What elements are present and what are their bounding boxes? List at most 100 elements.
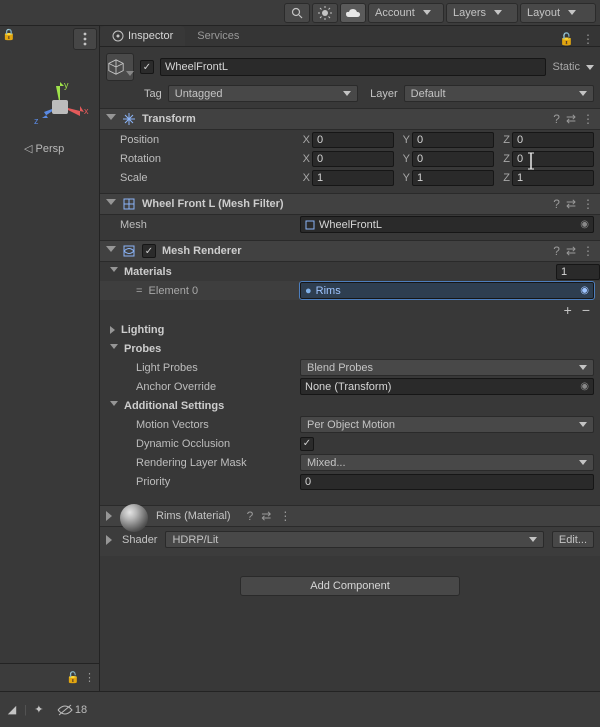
motionvectors-row: Motion Vectors Per Object Motion — [100, 415, 600, 434]
help-icon[interactable]: ? — [553, 112, 560, 126]
account-dropdown[interactable]: Account — [368, 3, 444, 23]
shader-dropdown[interactable]: HDRP/Lit — [165, 531, 543, 548]
projection-label[interactable]: ◁ Persp — [24, 142, 64, 155]
tag-layer-row: Tag Untagged Layer Default — [100, 83, 600, 108]
object-name-input[interactable]: WheelFrontL — [160, 58, 546, 76]
component-menu-icon[interactable]: ⋮ — [582, 197, 594, 211]
object-header: ✓ WheelFrontL Static — [100, 47, 600, 83]
scale-z-input[interactable]: 1 — [512, 170, 594, 186]
position-y-input[interactable]: 0 — [412, 132, 494, 148]
rotation-row: Rotation X0 Y0 Z0 — [100, 149, 600, 168]
tab-services-label: Services — [197, 30, 239, 42]
renderinglayermask-dropdown[interactable]: Mixed... — [300, 454, 594, 471]
rotation-z-input[interactable]: 0 — [512, 151, 594, 167]
meshfilter-title: Wheel Front L (Mesh Filter) — [142, 198, 284, 210]
static-label: Static — [552, 61, 580, 73]
priority-row: Priority 0 — [100, 472, 600, 491]
material-preview-icon — [120, 504, 148, 532]
meshrenderer-header[interactable]: ✓ Mesh Renderer ? ⇄ ⋮ — [100, 240, 600, 262]
lighting-icon[interactable] — [312, 3, 338, 23]
position-x-input[interactable]: 0 — [312, 132, 394, 148]
layer-dropdown[interactable]: Default — [404, 85, 594, 102]
mesh-field[interactable]: WheelFrontL◉ — [300, 216, 594, 233]
object-picker-icon[interactable]: ◉ — [580, 285, 589, 296]
dynamicocclusion-row: Dynamic Occlusion ✓ — [100, 434, 600, 453]
probes-foldout[interactable]: Probes — [100, 339, 600, 358]
help-icon[interactable]: ? — [247, 509, 254, 523]
tag-label: Tag — [144, 88, 162, 100]
component-menu-icon[interactable]: ⋮ — [279, 509, 291, 523]
anchoroverride-field[interactable]: None (Transform)◉ — [300, 378, 594, 395]
component-menu-icon[interactable]: ⋮ — [582, 112, 594, 126]
search-icon[interactable] — [284, 3, 310, 23]
position-z-input[interactable]: 0 — [512, 132, 594, 148]
inspector-icon — [112, 30, 124, 42]
add-material-icon[interactable]: + — [564, 302, 572, 318]
tab-services[interactable]: Services — [185, 26, 251, 46]
material-element0-field[interactable]: ●Rims◉ — [300, 282, 594, 299]
rotation-y-input[interactable]: 0 — [412, 151, 494, 167]
lighting-foldout[interactable]: Lighting — [100, 320, 600, 339]
materials-count-input[interactable]: 1 — [556, 264, 600, 280]
layout-label: Layout — [527, 7, 560, 19]
mesh-row: Mesh WheelFrontL◉ — [100, 215, 600, 234]
material-header[interactable]: Rims (Material) ? ⇄ ⋮ — [100, 505, 600, 527]
object-picker-icon[interactable]: ◉ — [580, 219, 589, 230]
layout-dropdown[interactable]: Layout — [520, 3, 596, 23]
material-title: Rims (Material) — [156, 510, 231, 522]
renderinglayermask-row: Rendering Layer Mask Mixed... — [100, 453, 600, 472]
orientation-gizmo[interactable]: y x z — [30, 76, 90, 136]
cloud-icon[interactable] — [340, 3, 366, 23]
add-component-button[interactable]: Add Component — [240, 576, 460, 596]
meshfilter-header[interactable]: Wheel Front L (Mesh Filter) ? ⇄ ⋮ — [100, 193, 600, 215]
svg-text:y: y — [64, 80, 69, 90]
tag-dropdown[interactable]: Untagged — [168, 85, 358, 102]
hidden-count[interactable]: 18 — [57, 704, 87, 716]
preset-icon[interactable]: ⇄ — [566, 197, 576, 211]
material-block: Rims (Material) ? ⇄ ⋮ Shader HDRP/Lit Ed… — [100, 505, 600, 556]
help-icon[interactable]: ? — [553, 244, 560, 258]
dynamicocclusion-checkbox[interactable]: ✓ — [300, 437, 314, 451]
material-element-row: = Element 0 ●Rims◉ — [100, 281, 600, 300]
lightprobes-row: Light Probes Blend Probes — [100, 358, 600, 377]
rotation-x-input[interactable]: 0 — [312, 151, 394, 167]
account-label: Account — [375, 7, 415, 19]
lock-panel-icon[interactable]: 🔓 — [559, 32, 574, 46]
static-dropdown-icon[interactable] — [586, 65, 594, 70]
scene-toolbar: ◢ | ✦ 18 — [0, 691, 600, 727]
panel-menu-icon[interactable]: ⋮ — [582, 32, 594, 46]
preset-icon[interactable]: ⇄ — [261, 509, 271, 523]
remove-material-icon[interactable]: − — [582, 302, 590, 318]
preset-icon[interactable]: ⇄ — [566, 112, 576, 126]
tab-inspector[interactable]: Inspector — [100, 26, 185, 46]
component-menu-icon[interactable]: ⋮ — [582, 244, 594, 258]
object-picker-icon[interactable]: ◉ — [580, 381, 589, 392]
gameobject-icon[interactable] — [106, 53, 134, 81]
transform-header[interactable]: Transform ? ⇄ ⋮ — [100, 108, 600, 130]
lock-icon[interactable]: 🔓 — [66, 671, 80, 684]
help-icon[interactable]: ? — [553, 197, 560, 211]
scale-y-input[interactable]: 1 — [412, 170, 494, 186]
svg-text:x: x — [84, 106, 89, 116]
materials-foldout[interactable]: Materials 1 — [100, 262, 600, 281]
active-checkbox[interactable]: ✓ — [140, 60, 154, 74]
tool-icon[interactable]: ◢ — [4, 703, 20, 716]
lock-icon[interactable]: 🔒 — [2, 28, 16, 41]
material-content: Shader HDRP/Lit Edit... — [100, 527, 600, 556]
layers-dropdown[interactable]: Layers — [446, 3, 518, 23]
lightprobes-dropdown[interactable]: Blend Probes — [300, 359, 594, 376]
svg-text:z: z — [34, 116, 39, 126]
shader-label: Shader — [122, 534, 157, 546]
meshrenderer-icon — [122, 244, 136, 258]
scene-menu-icon[interactable] — [73, 28, 97, 50]
additional-foldout[interactable]: Additional Settings — [100, 396, 600, 415]
shader-edit-button[interactable]: Edit... — [552, 531, 594, 548]
tool-icon[interactable]: ✦ — [31, 703, 47, 716]
scale-x-input[interactable]: 1 — [312, 170, 394, 186]
scene-view[interactable]: y x z ◁ Persp 🔒 — [0, 26, 100, 663]
motionvectors-dropdown[interactable]: Per Object Motion — [300, 416, 594, 433]
meshrenderer-enable-checkbox[interactable]: ✓ — [142, 244, 156, 258]
preset-icon[interactable]: ⇄ — [566, 244, 576, 258]
menu-icon[interactable]: ⋮ — [84, 671, 95, 684]
priority-input[interactable]: 0 — [300, 474, 594, 490]
